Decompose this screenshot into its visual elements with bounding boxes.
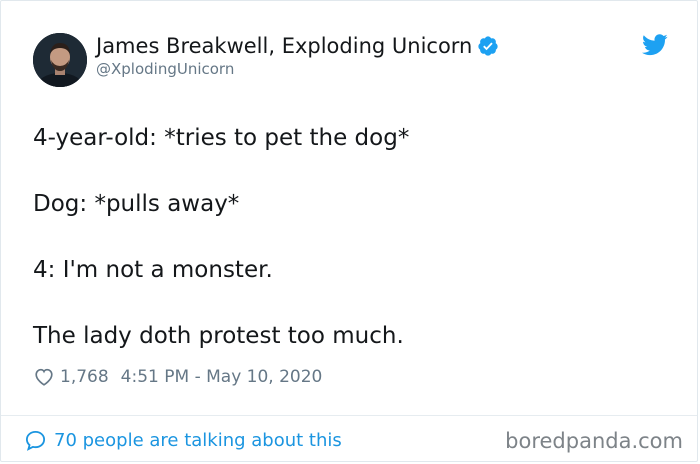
speech-bubble-icon <box>25 430 46 451</box>
footer-divider <box>1 415 697 416</box>
tweet-timestamp[interactable]: 4:51 PM - May 10, 2020 <box>121 367 323 387</box>
conversation-link-text: 70 people are talking about this <box>54 429 342 451</box>
like-count[interactable]: 1,768 <box>60 367 109 387</box>
author-handle[interactable]: @XplodingUnicorn <box>96 59 234 79</box>
tweet-line: 4: I'm not a monster. <box>33 257 273 283</box>
tweet-body: 4-year-old: *tries to pet the dog* Dog: … <box>33 119 663 383</box>
tweet-meta: 1,768 4:51 PM - May 10, 2020 <box>33 364 322 390</box>
tweet-line: Dog: *pulls away* <box>33 191 240 217</box>
author-name-text: James Breakwell, Exploding Unicorn <box>96 34 473 58</box>
watermark: boredpanda.com <box>505 429 683 453</box>
heart-icon[interactable] <box>33 366 55 388</box>
avatar-portrait <box>33 33 87 87</box>
tweet-card: James Breakwell, Exploding Unicorn @Xplo… <box>0 0 698 462</box>
verified-badge-icon <box>478 36 498 56</box>
conversation-link[interactable]: 70 people are talking about this <box>24 427 342 453</box>
avatar[interactable] <box>33 33 87 87</box>
twitter-bird-icon[interactable] <box>642 34 668 56</box>
author-display-name[interactable]: James Breakwell, Exploding Unicorn <box>96 32 499 60</box>
tweet-line: 4-year-old: *tries to pet the dog* <box>33 125 410 151</box>
